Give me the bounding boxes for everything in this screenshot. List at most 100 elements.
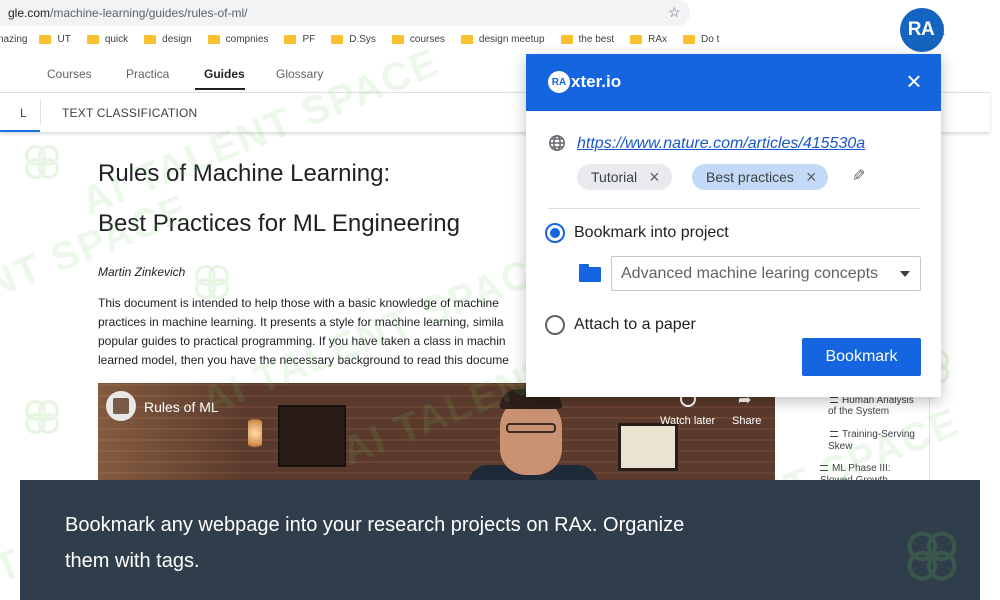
bookmark-item[interactable]: Do t [683, 34, 719, 45]
bookmark-label: compnies [225, 33, 269, 45]
divider [548, 208, 920, 209]
subnav-divider [40, 99, 41, 125]
subnav-prev-tab[interactable]: L [20, 106, 27, 120]
bookmark-label: RAx [648, 33, 668, 45]
watermark-text: NT SPACE [0, 186, 196, 308]
bookmark-item[interactable]: nazing [0, 34, 27, 45]
clover-icon [907, 531, 957, 581]
bookmark-item[interactable]: RAx [630, 34, 667, 45]
tag-chip[interactable]: Tutorial × [577, 164, 672, 190]
bookmark-label: UT [57, 33, 71, 45]
edit-tags-icon[interactable]: ✎ [852, 166, 865, 186]
bookmark-item[interactable]: design meetup [460, 33, 545, 45]
star-icon[interactable]: ☆ [668, 4, 681, 21]
folder-icon [683, 34, 696, 44]
bookmark-button[interactable]: Bookmark [802, 338, 921, 376]
caption-text: Bookmark any webpage into your research … [65, 514, 685, 572]
channel-avatar[interactable] [106, 391, 136, 421]
folder-icon [39, 34, 52, 44]
nav-practica[interactable]: Practica [126, 67, 169, 81]
table-of-contents: Human Analysis of the System Training-Se… [800, 395, 930, 486]
folder-icon [560, 34, 573, 44]
bookmark-item[interactable]: D.Sys [331, 34, 376, 45]
video-title[interactable]: Rules of ML [144, 399, 219, 415]
folder-icon [460, 34, 473, 44]
bookmark-item[interactable]: the best [560, 34, 614, 45]
caret-down-icon [900, 271, 910, 277]
bookmark-into-project-label[interactable]: Bookmark into project [574, 224, 729, 242]
bookmark-item[interactable]: PF [284, 34, 315, 45]
video-shelf [278, 405, 346, 467]
brand-name: xter.io [571, 72, 622, 91]
bookmark-item[interactable]: design [144, 33, 192, 45]
watch-later-label[interactable]: Watch later [660, 415, 715, 427]
toc-item-cont[interactable]: Skew [828, 441, 852, 453]
address-bar[interactable]: gle.com/machine-learning/guides/rules-of… [0, 0, 690, 26]
nav-courses[interactable]: Courses [47, 67, 92, 81]
bookmarks-bar: nazing UT quick design compnies PF D.Sys… [0, 28, 760, 50]
bookmark-label: D.Sys [349, 33, 376, 45]
paragraph-line: learned model, then you have the necessa… [98, 353, 509, 367]
rax-logo-letters: RA [907, 19, 935, 40]
url-text: gle.com/machine-learning/guides/rules-of… [8, 6, 247, 20]
bookmark-label: design [162, 33, 192, 45]
rax-logo-x: x [934, 19, 945, 40]
nav-guides[interactable]: Guides [204, 67, 245, 81]
close-icon[interactable]: × [902, 68, 926, 94]
subnav-tab-text-classification[interactable]: TEXT CLASSIFICATION [62, 106, 197, 120]
tag-label: Best practices [706, 169, 794, 185]
paragraph-line: practices in machine learning. It presen… [98, 315, 504, 329]
remove-tag-icon[interactable]: × [649, 168, 660, 186]
toc-item-line: Training-Serving [842, 429, 915, 440]
folder-icon [331, 34, 344, 44]
rax-badge-icon: RA [548, 71, 570, 93]
bookmark-label: quick [104, 33, 129, 45]
bookmark-label: courses [409, 33, 445, 45]
url-path: /machine-learning/guides/rules-of-ml/ [50, 6, 248, 20]
clover-icon [24, 399, 60, 435]
bookmark-label: nazing [0, 33, 28, 45]
popup-brand: RA xter.io [548, 71, 621, 93]
bookmark-item[interactable]: UT [39, 33, 71, 45]
caption-banner: Bookmark any webpage into your research … [20, 480, 980, 600]
attach-to-paper-label[interactable]: Attach to a paper [574, 316, 696, 334]
remove-tag-icon[interactable]: × [806, 168, 817, 186]
subnav-active-underline [0, 130, 40, 132]
list-icon [820, 465, 828, 471]
video-board [618, 423, 678, 471]
bookmark-label: PF [302, 33, 316, 45]
folder-icon [630, 34, 643, 44]
bookmark-label: design meetup [478, 33, 545, 45]
video-lamp [248, 413, 262, 453]
video-player[interactable]: Rules of ML Watch later ➦ Share [98, 383, 775, 483]
bookmark-item[interactable]: compnies [207, 33, 269, 45]
bookmark-into-project-radio[interactable] [545, 223, 565, 243]
paragraph-line: This document is intended to help those … [98, 296, 499, 310]
author-name: Martin Zinkevich [98, 265, 186, 279]
rax-logo-text: RAx [908, 19, 945, 41]
bookmark-label: Do t [701, 33, 720, 45]
clover-icon [24, 144, 60, 180]
bookmark-item[interactable]: courses [391, 33, 445, 45]
radio-selected-dot [550, 228, 560, 238]
attach-to-paper-radio[interactable] [545, 315, 565, 335]
page-subtitle: Best Practices for ML Engineering [98, 210, 460, 237]
bookmark-item[interactable]: quick [86, 33, 129, 45]
toc-item[interactable]: ML Phase III: [820, 463, 891, 475]
project-select[interactable]: Advanced machine learing concepts [611, 256, 921, 291]
paragraph-line: popular guides to practical programming.… [98, 334, 506, 348]
nav-active-underline [195, 88, 245, 90]
toc-item-cont[interactable]: of the System [828, 406, 889, 418]
rax-extension-logo[interactable]: RAx [900, 8, 945, 52]
tag-label: Tutorial [591, 169, 638, 185]
tag-chip[interactable]: Best practices × [692, 164, 829, 190]
rax-bookmark-popup: RA xter.io × https://www.nature.com/arti… [526, 54, 941, 397]
list-icon [830, 431, 838, 437]
article-url-link[interactable]: https://www.nature.com/articles/415530a [577, 135, 865, 153]
url-host: gle.com [8, 6, 51, 20]
toc-item[interactable]: Training-Serving [830, 429, 915, 441]
folder-icon [207, 34, 220, 44]
nav-glossary[interactable]: Glossary [276, 67, 323, 81]
channel-avatar-image [113, 398, 129, 414]
share-label[interactable]: Share [732, 415, 761, 427]
